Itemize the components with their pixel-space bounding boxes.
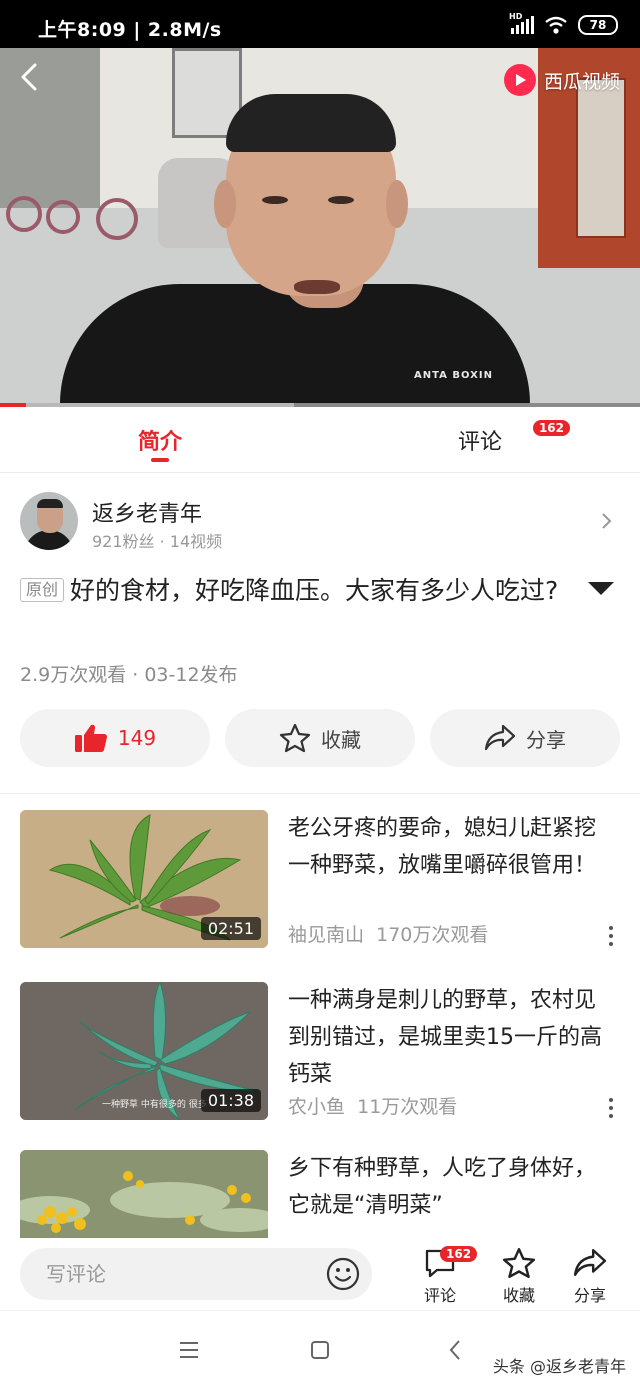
video-person-ear bbox=[214, 180, 236, 228]
favorite-button[interactable]: 收藏 bbox=[225, 709, 415, 767]
video-title: 原创 好的食材，好吃降血压。大家有多少人吃过? bbox=[20, 572, 560, 610]
video-thumbnail[interactable]: 02:51 bbox=[20, 810, 268, 948]
home-button[interactable] bbox=[305, 1337, 335, 1363]
author-name: 返乡老青年 bbox=[92, 502, 203, 527]
more-options-icon[interactable] bbox=[608, 926, 614, 946]
back-button[interactable] bbox=[14, 58, 44, 96]
status-bar: 上午8:09 | 2.8M/s HD 78 bbox=[0, 0, 640, 48]
share-bottom-label: 分享 bbox=[573, 1286, 606, 1305]
qingming-herb-image bbox=[20, 1150, 268, 1238]
related-video-title: 乡下有种野草，人吃了身体好，它就是“清明菜” bbox=[288, 1156, 597, 1218]
list-item[interactable]: 02:51 老公牙疼的要命，媳妇儿赶紧挖一种野菜，放嘴里嚼碎很管用！ 袖见南山 … bbox=[20, 810, 620, 950]
video-scene-bicycle bbox=[6, 196, 42, 232]
chevron-right-icon bbox=[602, 513, 612, 529]
battery-indicator: 78 bbox=[578, 15, 618, 35]
list-item[interactable]: 乡下有种野草，人吃了身体好，它就是“清明菜” bbox=[20, 1150, 620, 1238]
video-scene-bicycle bbox=[96, 198, 138, 240]
cellular-signal-icon: HD bbox=[509, 12, 534, 34]
wifi-icon bbox=[545, 16, 567, 34]
comment-count-badge: 162 bbox=[440, 1246, 478, 1262]
related-video-title: 一种满身是刺儿的野草，农村见到别错过，是城里卖15一斤的高钙菜 bbox=[288, 988, 602, 1087]
list-item[interactable]: 一种野草 中有很多的 很多 01:38 一种满身是刺儿的野草，农村见到别错过，是… bbox=[20, 982, 620, 1122]
original-tag: 原创 bbox=[20, 578, 65, 602]
video-person-ear bbox=[386, 180, 408, 228]
related-video-author: 农小鱼 bbox=[288, 1096, 346, 1118]
tab-intro-label: 简介 bbox=[137, 430, 182, 455]
system-nav-bar: 头条 @返乡老青年 bbox=[0, 1310, 640, 1387]
back-triangle-icon bbox=[449, 1340, 460, 1360]
video-person-hair bbox=[226, 94, 396, 152]
author-meta: 921粉丝 · 14视频 bbox=[92, 532, 223, 551]
video-thumbnail[interactable]: 一种野草 中有很多的 很多 01:38 bbox=[20, 982, 268, 1120]
action-row: 149 收藏 分享 bbox=[20, 709, 620, 767]
tab-comments[interactable]: 评论 162 bbox=[430, 407, 570, 473]
related-video-author: 袖见南山 bbox=[288, 924, 365, 946]
thumbs-up-icon bbox=[74, 724, 107, 752]
share-icon bbox=[484, 724, 516, 751]
related-video-views: 11万次观看 bbox=[357, 1096, 458, 1118]
home-square-icon bbox=[311, 1341, 329, 1359]
author-row[interactable]: 返乡老青年 921粉丝 · 14视频 bbox=[20, 490, 620, 554]
video-thumbnail[interactable] bbox=[20, 1150, 268, 1238]
menu-button[interactable] bbox=[174, 1337, 204, 1363]
like-button[interactable]: 149 bbox=[20, 709, 210, 767]
favorite-bottom-label: 收藏 bbox=[502, 1286, 535, 1305]
shirt-logo-text: ANTA BOXIN bbox=[414, 370, 493, 381]
avatar[interactable] bbox=[20, 492, 78, 550]
like-count: 149 bbox=[117, 726, 157, 750]
back-nav-button[interactable] bbox=[440, 1337, 470, 1363]
status-icons: HD 78 bbox=[509, 12, 618, 36]
video-person-eye bbox=[328, 196, 354, 204]
related-video-title: 老公牙疼的要命，媳妇儿赶紧挖一种野菜，放嘴里嚼碎很管用！ bbox=[288, 816, 597, 878]
video-player[interactable]: ANTA BOXIN bbox=[0, 48, 640, 404]
back-arrow-icon bbox=[21, 63, 37, 91]
tab-bar: 简介 评论 162 bbox=[0, 407, 640, 473]
thumbnail-caption: 一种野草 中有很多的 很多 bbox=[102, 1100, 207, 1110]
video-person-mouth bbox=[294, 280, 340, 294]
video-duration: 01:38 bbox=[200, 1089, 261, 1112]
video-scene-bicycle bbox=[46, 200, 80, 234]
comment-count-badge: 162 bbox=[532, 420, 570, 436]
video-duration: 02:51 bbox=[200, 917, 261, 940]
share-bottom-button[interactable]: 分享 bbox=[560, 1246, 620, 1306]
divider bbox=[0, 793, 640, 794]
video-title-text: 好的食材，好吃降血压。大家有多少人吃过? bbox=[70, 576, 559, 605]
share-label: 分享 bbox=[526, 727, 566, 752]
related-video-meta: 农小鱼 11万次观看 bbox=[288, 1092, 457, 1119]
star-icon bbox=[502, 1247, 536, 1279]
comment-bar: 162 评论 收藏 分享 bbox=[0, 1238, 640, 1310]
xigua-logo-icon bbox=[503, 64, 536, 96]
network-type: HD bbox=[509, 12, 523, 21]
video-stats: 2.9万次观看 · 03-12发布 bbox=[20, 664, 238, 686]
comments-button[interactable]: 162 评论 bbox=[410, 1246, 478, 1306]
related-video-views: 170万次观看 bbox=[376, 924, 489, 946]
brand-name: 西瓜视频 bbox=[543, 70, 620, 93]
status-time: 上午8:09 | 2.8M/s bbox=[38, 19, 222, 41]
favorite-bottom-button[interactable]: 收藏 bbox=[489, 1246, 549, 1306]
tab-intro[interactable]: 简介 bbox=[110, 407, 210, 473]
toutiao-watermark: 头条 @返乡老青年 bbox=[492, 1357, 626, 1376]
emoji-icon[interactable] bbox=[325, 1256, 361, 1292]
favorite-label: 收藏 bbox=[321, 727, 361, 752]
star-icon bbox=[279, 723, 311, 753]
tab-comments-label: 评论 bbox=[457, 430, 502, 455]
share-button[interactable]: 分享 bbox=[430, 709, 620, 767]
brand-watermark: 西瓜视频 bbox=[503, 64, 620, 96]
related-video-meta: 袖见南山 170万次观看 bbox=[288, 920, 488, 947]
video-person-eye bbox=[262, 196, 288, 204]
comment-input[interactable] bbox=[20, 1248, 372, 1300]
more-options-icon[interactable] bbox=[608, 1098, 614, 1118]
share-icon bbox=[573, 1249, 607, 1276]
menu-icon bbox=[180, 1342, 198, 1358]
expand-description-icon[interactable] bbox=[588, 582, 614, 595]
comments-label: 评论 bbox=[423, 1286, 456, 1305]
